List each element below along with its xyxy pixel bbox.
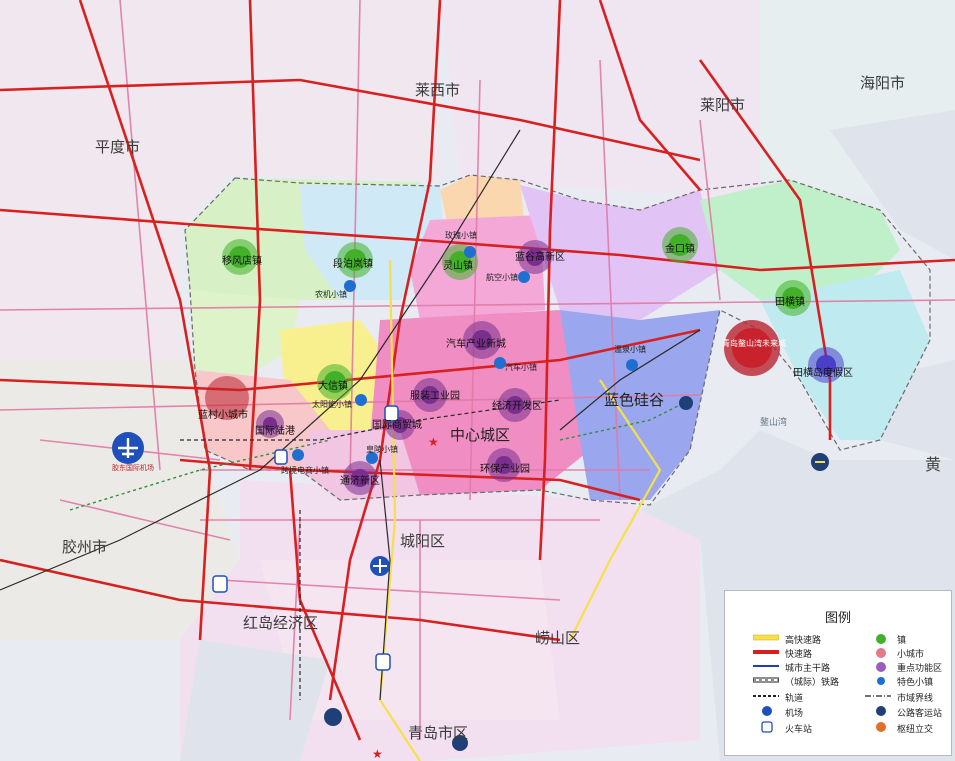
town-daxin: 大信镇	[318, 379, 348, 392]
zone-huanbao: 环保产业园	[480, 462, 530, 475]
town-jinkou: 金口镇	[665, 242, 695, 255]
bus-icon[interactable]	[679, 396, 693, 410]
legend-town-icon	[876, 634, 886, 644]
bus-icon[interactable]	[324, 708, 342, 726]
zone-tongji: 通济新区	[340, 474, 380, 487]
airport-icon[interactable]	[370, 556, 390, 576]
legend-item-train: 火车站	[785, 725, 813, 735]
legend-item-feature: 特色小镇	[897, 678, 934, 688]
feature-wenquan: 温泉小镇	[614, 344, 646, 354]
bus-icon[interactable]	[811, 453, 829, 471]
bay-label: 鳌山湾	[760, 416, 787, 428]
legend-feature-icon	[877, 677, 885, 685]
feature-kuajing: 跨境电商小镇	[281, 465, 329, 475]
feature-hangkong: 航空小镇	[486, 272, 518, 282]
legend-item-boundary: 市域界线	[897, 694, 934, 704]
legend-item-smallcity: 小城市	[897, 650, 925, 660]
legend-bus-icon	[876, 706, 886, 716]
city-haiyang: 海阳市	[860, 74, 905, 92]
legend-expressway-symbol	[753, 650, 779, 654]
legend-item-bus: 公路客运站	[897, 709, 943, 719]
city-hongdao: 红岛经济区	[243, 614, 318, 632]
sea-label: 黄	[925, 455, 941, 474]
city-jiaozhou: 胶州市	[62, 538, 107, 556]
city-pingdu: 平度市	[95, 138, 140, 156]
city-chengyang: 城阳区	[400, 532, 445, 550]
area-zhongxin: 中心城区	[450, 426, 510, 444]
zone-langu: 蓝谷高新区	[515, 250, 565, 263]
feature-nongji: 农机小镇	[315, 289, 347, 299]
smallcity-lancun: 蓝村小城市	[198, 408, 248, 421]
legend-railway-symbol	[753, 677, 779, 683]
zone-qiche: 汽车产业新城	[446, 337, 506, 350]
airport-icon[interactable]	[112, 432, 144, 464]
zone-tianhengdao: 田横岛度假区	[793, 366, 853, 379]
map-legend: 图例 高快速路 快速路 城市主干路 （城际）铁路 轨道 机场 火车站 镇 小城市…	[724, 590, 952, 756]
legend-title: 图例	[824, 611, 851, 626]
feature-qiche: 汽车小镇	[505, 362, 537, 372]
svg-text:★: ★	[372, 747, 383, 761]
zone-guojishangmao: 国际商贸城	[372, 418, 422, 431]
legend-item-interchange: 枢纽立交	[897, 725, 934, 735]
zone-fuzhuang: 服装工业园	[410, 389, 460, 402]
area-lanse: 蓝色硅谷	[604, 391, 664, 409]
legend-boundary-symbol	[865, 695, 891, 697]
legend-item-zone: 重点功能区	[897, 664, 943, 674]
zone-jingji: 经济开发区	[492, 399, 542, 412]
airport-label: 胶东国际机场	[112, 463, 154, 472]
legend-highway-symbol	[753, 634, 779, 641]
feature-taiyangneng: 太阳能小镇	[312, 399, 352, 409]
legend-item-expressway: 快速路	[785, 650, 813, 660]
train-icon[interactable]	[274, 449, 288, 465]
legend-item-airport: 机场	[785, 709, 804, 719]
city-laiyang: 莱阳市	[700, 96, 745, 114]
town-duanbolan: 段泊岚镇	[333, 257, 373, 270]
legend-item-railway: （城际）铁路	[785, 678, 840, 688]
legend-interchange-icon	[876, 722, 886, 732]
feature-huangdi: 皇陵小镇	[366, 444, 398, 454]
train-icon[interactable]	[384, 405, 399, 422]
legend-mainroad-symbol	[753, 665, 779, 667]
city-laixi: 莱西市	[415, 81, 460, 99]
feature-meigui: 玫瑰小镇	[445, 230, 477, 240]
train-icon[interactable]	[375, 653, 391, 671]
svg-text:★: ★	[428, 435, 439, 449]
legend-item-metro: 轨道	[785, 694, 804, 704]
legend-smallcity-icon	[876, 648, 886, 658]
train-icon[interactable]	[212, 575, 228, 593]
legend-airport-icon	[762, 706, 772, 716]
legend-item-highway: 高快速路	[785, 636, 822, 646]
legend-metro-symbol	[753, 695, 779, 697]
smallcity-future: 青岛鳌山湾未来城	[722, 338, 786, 348]
town-tianheng: 田横镇	[775, 295, 805, 308]
legend-train-icon	[761, 721, 773, 733]
city-qingdao: 青岛市区	[408, 724, 468, 742]
legend-item-mainroad: 城市主干路	[785, 664, 831, 674]
town-yifengdian: 移风店镇	[222, 254, 262, 267]
town-lingshan: 灵山镇	[443, 259, 473, 272]
zone-guojilugang: 国际陆港	[255, 424, 295, 437]
city-laoshan: 崂山区	[535, 629, 580, 647]
legend-zone-icon	[876, 662, 886, 672]
legend-item-town: 镇	[897, 636, 907, 646]
